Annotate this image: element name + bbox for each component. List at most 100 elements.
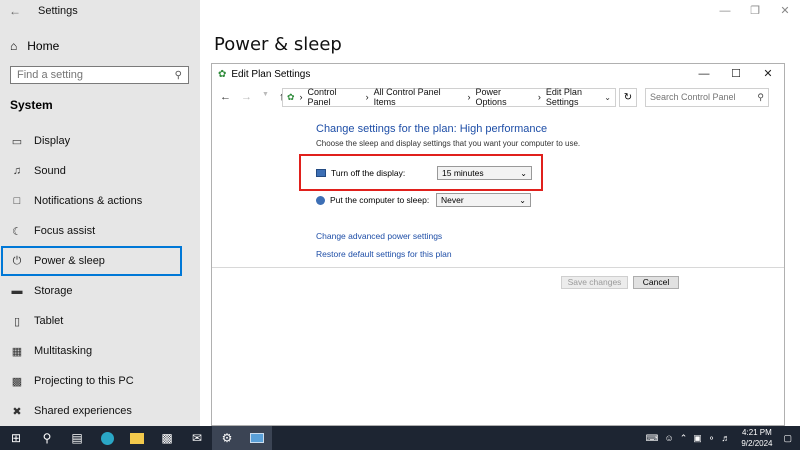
change-advanced-power-settings-link[interactable]: Change advanced power settings (316, 231, 442, 241)
home-nav[interactable]: ⌂ Home (10, 36, 59, 56)
chevron-down-icon[interactable]: ⌄ (604, 93, 611, 102)
action-center-icon[interactable]: ▢ (783, 433, 792, 444)
search-input[interactable] (17, 69, 167, 81)
close-icon[interactable]: ✕ (752, 64, 784, 84)
edge-browser-icon[interactable] (92, 426, 122, 450)
projector-icon: ▩ (11, 375, 23, 388)
nav-item-storage[interactable]: ▬ Storage (0, 276, 200, 306)
nav-label: Tablet (34, 315, 64, 327)
back-arrow-icon[interactable]: ← (220, 91, 231, 103)
search-input[interactable] (650, 92, 750, 102)
settings-gear-icon[interactable]: ⚙ (212, 426, 242, 450)
clock[interactable]: 4:21 PM 9/2/2024 (741, 427, 772, 449)
window-title: Edit Plan Settings (231, 68, 311, 80)
keyboard-icon[interactable]: ⌨ (646, 433, 659, 444)
plan-subheading: Choose the sleep and display settings th… (316, 139, 581, 148)
close-icon[interactable]: ✕ (770, 0, 800, 22)
sleep-timeout-value: Never (441, 195, 464, 205)
storage-icon: ▬ (11, 285, 23, 297)
network-icon[interactable]: ▣ (693, 433, 702, 444)
back-arrow-icon[interactable]: ← (0, 4, 30, 18)
chevron-up-icon[interactable]: ⌃ (680, 433, 688, 444)
control-panel-taskbar-icon[interactable] (242, 426, 272, 450)
nav-item-power-sleep[interactable]: ⏻ Power & sleep (1, 246, 182, 276)
settings-sidebar: ← Settings ⌂ Home ⚲ System ▭ Display ♫ Sou… (0, 0, 200, 426)
find-setting-search[interactable]: ⚲ (10, 66, 189, 84)
breadcrumb-item[interactable]: All Control Panel Items (374, 87, 463, 107)
maximize-icon[interactable]: ❐ (740, 0, 770, 22)
volume-icon[interactable]: ♬ (721, 433, 730, 443)
file-explorer-icon[interactable] (122, 426, 152, 450)
nav-item-projecting[interactable]: ▩ Projecting to this PC (0, 366, 200, 396)
minimize-icon[interactable]: — (710, 0, 740, 22)
chevron-down-icon: ⌄ (519, 195, 526, 205)
clock-date: 9/2/2024 (741, 439, 773, 448)
nav-item-display[interactable]: ▭ Display (0, 126, 200, 156)
sleep-timeout-select[interactable]: Never ⌄ (436, 193, 531, 207)
user-icon[interactable]: ☺ (665, 433, 674, 443)
forward-arrow-icon[interactable]: → (241, 91, 252, 103)
cancel-button[interactable]: Cancel (633, 276, 679, 289)
address-bar[interactable]: ✿ › Control Panel › All Control Panel It… (282, 87, 616, 107)
nav-item-shared-experiences[interactable]: ✖ Shared experiences (0, 396, 200, 426)
search-icon: ⚲ (757, 91, 764, 102)
sleep-icon (316, 195, 325, 205)
power-icon: ⏻ (12, 254, 22, 267)
display-icon: ▭ (11, 135, 23, 148)
nav-item-sound[interactable]: ♫ Sound (0, 156, 200, 186)
system-tray: ⌨ ☺ ⌃ ▣ ⚬ ♬ 4:21 PM 9/2/2024 ▢ (643, 426, 800, 450)
breadcrumb-separator: › (467, 92, 471, 102)
nav-arrows: ← → ▼ ↑ (220, 91, 284, 103)
nav-item-focus-assist[interactable]: ☾ Focus assist (0, 216, 200, 246)
display-label: Turn off the display: (331, 168, 406, 178)
share-icon: ✖ (12, 405, 22, 418)
breadcrumb-item[interactable]: Power Options (476, 87, 533, 107)
globe-icon[interactable]: ⚬ (708, 433, 716, 444)
tablet-icon: ▯ (13, 315, 21, 328)
nav-label: Focus assist (34, 225, 96, 237)
task-view-icon[interactable]: ▤ (62, 426, 92, 450)
breadcrumb-item[interactable]: Control Panel (308, 87, 361, 107)
search-icon[interactable]: ⚲ (32, 426, 62, 450)
control-panel-search[interactable]: ⚲ (645, 87, 769, 107)
breadcrumb-separator: › (537, 92, 541, 102)
sleep-label: Put the computer to sleep: (330, 195, 430, 205)
recent-dropdown-icon[interactable]: ▼ (262, 91, 269, 103)
search-icon: ⚲ (174, 69, 182, 81)
power-options-icon: ✿ (218, 68, 227, 80)
edit-window-controls: — ☐ ✕ (688, 64, 784, 84)
breadcrumb-separator: › (299, 92, 303, 102)
settings-window-controls: — ❐ ✕ (710, 0, 800, 22)
nav-label: Storage (34, 285, 73, 297)
settings-nav: ▭ Display ♫ Sound □ Notifications & actions… (0, 126, 200, 426)
control-panel-icon: ✿ (287, 91, 295, 102)
maximize-icon[interactable]: ☐ (720, 64, 752, 84)
nav-label: Projecting to this PC (34, 375, 134, 387)
section-label: System (10, 98, 53, 112)
store-icon[interactable]: ▩ (152, 426, 182, 450)
nav-item-multitasking[interactable]: ▦ Multitasking (0, 336, 200, 366)
nav-label: Multitasking (34, 345, 93, 357)
moon-icon: ☾ (12, 225, 22, 238)
multitasking-icon: ▦ (11, 345, 23, 358)
mail-icon[interactable]: ✉ (182, 426, 212, 450)
page-title: Power & sleep (214, 34, 342, 55)
minimize-icon[interactable]: — (688, 64, 720, 84)
chevron-down-icon: ⌄ (520, 168, 527, 178)
nav-label: Sound (34, 165, 66, 177)
display-timeout-select[interactable]: 15 minutes ⌄ (437, 166, 532, 180)
address-row: ← → ▼ ↑ ✿ › Control Panel › All Control … (212, 86, 784, 108)
save-changes-button[interactable]: Save changes (561, 276, 628, 289)
nav-label: Display (34, 135, 71, 147)
app-title: Settings (38, 5, 78, 17)
display-timeout-value: 15 minutes (442, 168, 484, 178)
nav-item-notifications[interactable]: □ Notifications & actions (0, 186, 200, 216)
nav-item-tablet[interactable]: ▯ Tablet (0, 306, 200, 336)
restore-default-settings-link[interactable]: Restore default settings for this plan (316, 249, 452, 259)
refresh-button[interactable]: ↻ (619, 87, 637, 107)
windows-start-icon[interactable]: ⊞ (0, 426, 32, 450)
refresh-icon: ↻ (623, 91, 633, 103)
clock-time: 4:21 PM (742, 428, 772, 437)
settings-titlebar: ← Settings (0, 0, 200, 22)
home-label: Home (27, 39, 60, 53)
